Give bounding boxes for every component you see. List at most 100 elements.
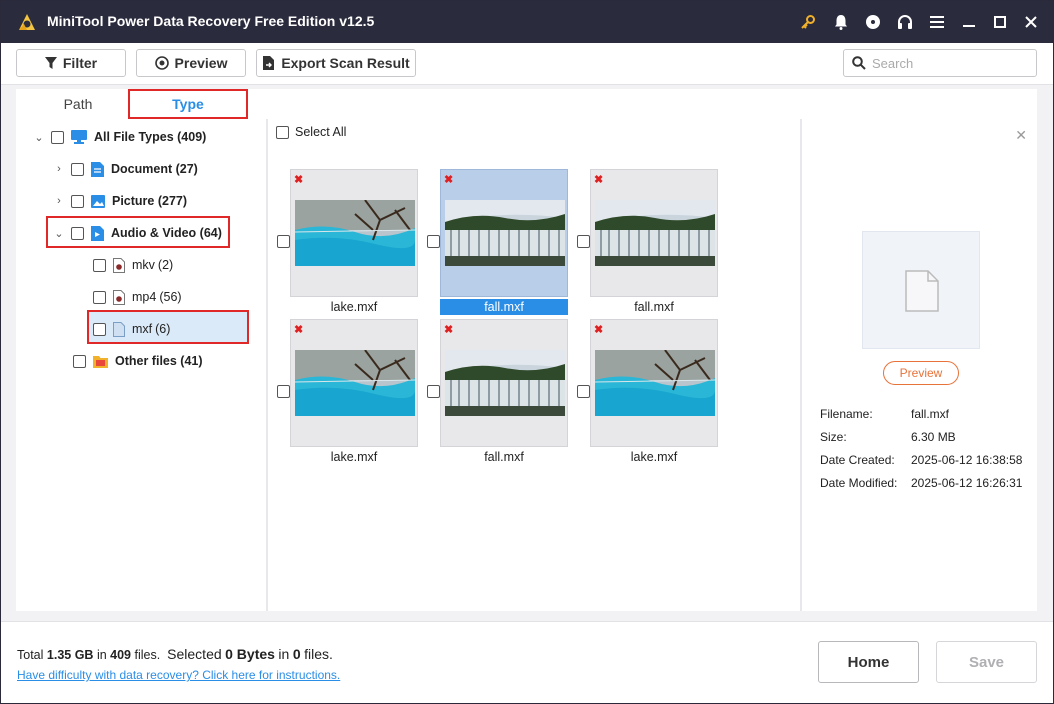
app-window: MiniTool Power Data Recovery Free Editio… [0,0,1054,704]
tree-node-document[interactable]: › Document (27) [54,158,198,180]
checkbox[interactable] [93,322,106,336]
close-details-icon[interactable]: ✕ [1015,127,1027,144]
search-input[interactable] [872,54,1032,72]
eye-icon [154,56,169,70]
tree-node-audio-video[interactable]: ⌄ Audio & Video (64) [54,222,222,244]
deleted-mark-icon: ✖ [594,324,604,336]
checkbox[interactable] [93,258,106,272]
checkbox[interactable] [51,130,64,144]
maximize-icon[interactable] [989,11,1011,33]
tree-node-label: mxf [132,322,153,336]
bell-icon[interactable] [830,11,852,33]
details-panel: ✕ Preview Filename: fall.mxf Size: 6.30 MB… [820,127,1027,490]
file-checkbox[interactable] [577,235,590,248]
checkbox[interactable] [71,226,84,240]
select-all-label: Select All [295,125,347,139]
total-size: 1.35 GB [46,648,94,662]
deleted-mark-icon: ✖ [294,324,304,336]
checkbox[interactable] [93,290,106,304]
chevron-down-icon[interactable]: ⌄ [34,131,44,144]
app-title: MiniTool Power Data Recovery Free Editio… [47,13,375,29]
preview-placeholder [862,231,980,349]
tree-node-mp4[interactable]: mp4 (56) [93,286,182,308]
details-preview-button[interactable]: Preview [883,361,959,385]
tree-node-label: All File Types (409) [94,130,207,144]
lake-thumbnail [595,350,715,416]
deleted-mark-icon: ✖ [294,174,304,186]
checkbox[interactable] [71,162,84,176]
waterfall-thumbnail [445,350,565,416]
picture-icon [91,194,105,208]
disc-icon[interactable] [862,11,884,33]
export-label: Export Scan Result [281,55,410,71]
tree-node-count: (2) [157,258,174,272]
select-all[interactable]: Select All [276,125,346,139]
file-name[interactable]: fall.mxf [440,449,568,465]
checkbox[interactable] [73,354,86,368]
tree-node-label: Picture (277) [112,194,188,208]
menu-icon[interactable] [926,11,948,33]
tree-node-count: (56) [159,290,182,304]
search-icon [852,56,866,70]
video-file-icon [113,289,125,305]
headphones-icon[interactable] [894,11,916,33]
tree-node-label: Document (27) [111,162,198,176]
file-name[interactable]: lake.mxf [290,299,418,315]
chevron-right-icon[interactable]: › [54,195,64,207]
tree-node-all-file-types[interactable]: ⌄ All File Types (409) [34,126,206,148]
file-thumbnail [595,350,715,416]
file-name[interactable]: lake.mxf [590,449,718,465]
export-icon [263,56,275,70]
file-card[interactable]: ✖ [290,169,418,297]
close-icon[interactable] [1020,11,1042,33]
tree-node-other-files[interactable]: Other files (41) [73,350,203,372]
file-checkbox[interactable] [277,235,290,248]
help-link[interactable]: Have difficulty with data recovery? Clic… [17,668,340,682]
deleted-mark-icon: ✖ [594,174,604,186]
audio-video-icon [91,225,104,241]
file-thumbnail [445,350,565,416]
file-thumbnail [295,200,415,266]
file-checkbox[interactable] [427,385,440,398]
file-name[interactable]: fall.mxf [590,299,718,315]
file-card[interactable]: ✖ [440,319,568,447]
chevron-right-icon[interactable]: › [54,163,64,175]
home-button[interactable]: Home [818,641,919,683]
scan-stats: Total 1.35 GB in 409 files. Selected 0 B… [17,646,333,662]
minimize-icon[interactable] [958,11,980,33]
file-placeholder-icon [905,270,939,312]
file-card[interactable]: ✖ [590,319,718,447]
file-card[interactable]: ✖ [290,319,418,447]
selected-size: 0 Bytes [225,646,275,662]
search-box [843,49,1037,77]
checkbox[interactable] [71,194,84,208]
preview-button[interactable]: Preview [136,49,246,77]
tab-path[interactable]: Path [36,89,120,119]
save-button[interactable]: Save [936,641,1037,683]
tab-type[interactable]: Type [128,89,248,119]
tree-node-mxf[interactable]: mxf (6) [93,318,170,340]
lake-thumbnail [295,200,415,266]
file-name[interactable]: fall.mxf [440,299,568,315]
title-bar: MiniTool Power Data Recovery Free Editio… [1,1,1053,43]
tree-node-picture[interactable]: › Picture (277) [54,190,187,212]
filter-button[interactable]: Filter [16,49,126,77]
tree-node-mkv[interactable]: mkv (2) [93,254,173,276]
file-card[interactable]: ✖ [440,169,568,297]
file-checkbox[interactable] [577,385,590,398]
deleted-mark-icon: ✖ [444,324,454,336]
document-icon [91,161,104,177]
video-file-icon [113,257,125,273]
export-scan-result-button[interactable]: Export Scan Result [256,49,416,77]
selected-files: 0 [292,646,301,662]
folder-icon [93,355,108,368]
select-all-checkbox[interactable] [276,125,289,139]
file-card[interactable]: ✖ [590,169,718,297]
file-checkbox[interactable] [277,385,290,398]
view-tabs: Path Type [16,89,268,119]
file-name[interactable]: lake.mxf [290,449,418,465]
key-icon[interactable] [797,11,819,33]
chevron-down-icon[interactable]: ⌄ [54,227,64,240]
file-checkbox[interactable] [427,235,440,248]
tree-node-count: (6) [155,322,171,336]
